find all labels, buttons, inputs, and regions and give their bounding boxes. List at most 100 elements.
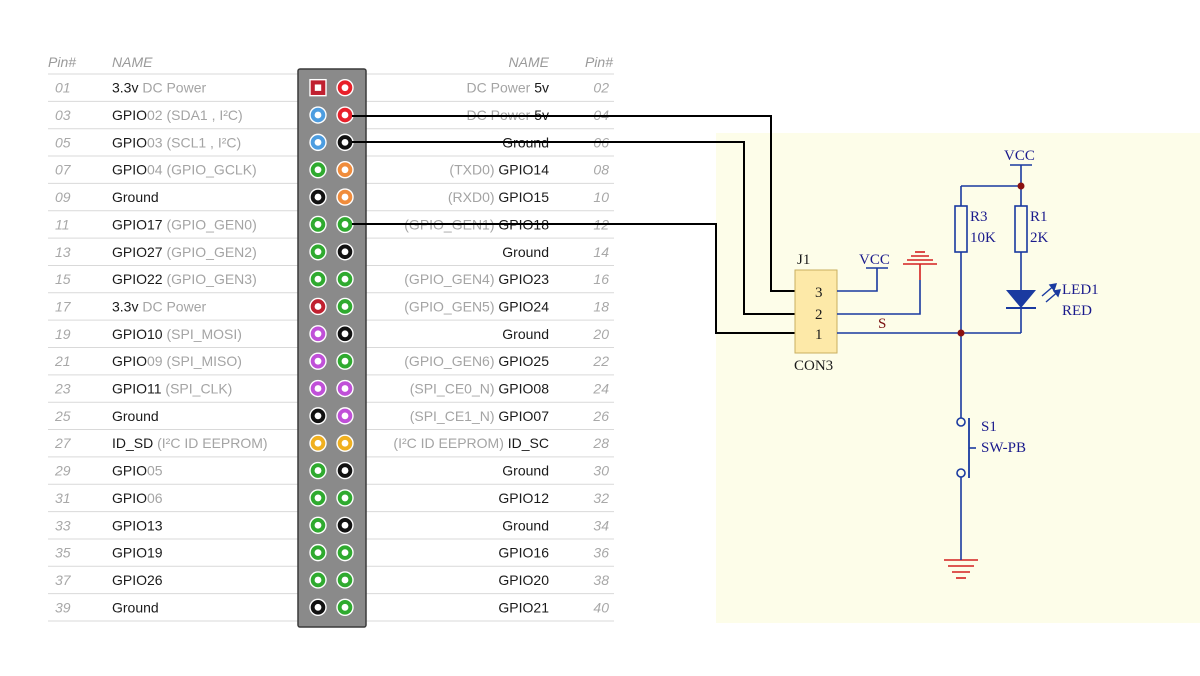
gpio-pin-36 (336, 543, 354, 562)
pin-number-left: 15 (55, 271, 71, 287)
j1-ref-label: J1 (797, 252, 810, 268)
pin-name-left-main: 3.3v (112, 298, 138, 314)
pin-name-left-detail: 02 (SDA1 , I²C) (147, 107, 243, 123)
pin-name-right: DC Power 5v (467, 80, 549, 96)
gpio-pin-03 (309, 106, 327, 124)
pin-number-left: 23 (54, 381, 71, 397)
pin-number-right: 30 (593, 463, 609, 479)
pin-name-left-main: GPIO (112, 490, 147, 506)
gpio-pin-01 (309, 78, 327, 97)
pin-name-left-main: GPIO (112, 162, 147, 178)
pin-name-left-detail: 04 (GPIO_GCLK) (147, 162, 257, 178)
net-s-label: S (878, 316, 886, 332)
gpio-pin-05 (309, 133, 327, 152)
gpio-pin-17 (309, 297, 327, 316)
pin-name-left: GPIO11 (SPI_CLK) (112, 381, 232, 397)
pin-name-right-main: Ground (502, 244, 549, 260)
gpio-header-connector (297, 68, 367, 628)
pin-number-right: 38 (593, 572, 609, 588)
gpio-pin-28 (336, 434, 354, 452)
pin-number-left: 27 (54, 435, 72, 451)
pin-table-header: Pin# NAME NAME Pin# (48, 54, 613, 70)
gpio-pin-24 (336, 379, 354, 398)
pin-name-right: (GPIO_GEN4) GPIO23 (404, 271, 549, 287)
pin-name-right: (I²C ID EEPROM) ID_SC (393, 435, 549, 451)
pin-number-left: 09 (55, 189, 71, 205)
j1-pin1-label: 1 (815, 327, 823, 343)
switch-ref-label: S1 (981, 419, 997, 435)
pin-name-left-detail: (GPIO_GEN0) (163, 216, 257, 232)
gpio-pin-12 (336, 215, 354, 234)
pin-number-right: 26 (592, 408, 609, 424)
pin-name-left: GPIO13 (112, 517, 163, 533)
pin-number-right: 40 (593, 599, 609, 615)
gpio-pin-08 (336, 161, 354, 179)
pin-number-right: 32 (593, 490, 609, 506)
gpio-pin-02 (336, 78, 354, 97)
pin-number-right: 02 (593, 80, 609, 96)
pin-name-left: Ground (112, 599, 159, 615)
pin-name-left-main: Ground (112, 599, 159, 615)
pin-name-left-detail: DC Power (138, 80, 206, 96)
pin-name-right: Ground (502, 517, 549, 533)
pin-number-right: 36 (593, 545, 609, 561)
gpio-pin-31 (309, 489, 327, 507)
pin-name-right-detail: (I²C ID EEPROM) (393, 435, 507, 451)
gpio-pin-23 (309, 379, 327, 398)
j1-pin2-label: 2 (815, 307, 823, 323)
gpio-pin-16 (336, 270, 354, 288)
pin-number-left: 33 (55, 517, 71, 533)
gpio-pin-30 (336, 461, 354, 480)
pin-name-right-detail: (GPIO_GEN5) (404, 298, 498, 314)
pin-name-right-main: GPIO14 (498, 162, 549, 178)
pin-name-right-main: Ground (502, 517, 549, 533)
vcc-top-label: VCC (1004, 148, 1035, 164)
pin-name-left-detail: (I²C ID EEPROM) (153, 435, 267, 451)
gpio-pin-04 (336, 106, 354, 124)
pin-number-left: 01 (55, 80, 71, 96)
header-pin-left: Pin# (48, 54, 76, 70)
pin-name-left-main: GPIO22 (112, 271, 163, 287)
gpio-pin-39 (309, 598, 327, 617)
header-name-left: NAME (112, 54, 153, 70)
pin-name-left-main: GPIO (112, 463, 147, 479)
gpio-pin-40 (336, 598, 354, 617)
pin-name-left: Ground (112, 408, 159, 424)
gpio-pin-09 (309, 188, 327, 206)
pin-name-right-detail: (GPIO_GEN6) (404, 353, 498, 369)
pin-name-left: GPIO09 (SPI_MISO) (112, 353, 242, 369)
r3-value-label: 10K (970, 230, 996, 246)
pin-number-right: 28 (592, 435, 609, 451)
gpio-pin-18 (336, 297, 354, 316)
pin-name-right: (GPIO_GEN5) GPIO24 (404, 298, 549, 314)
pin-number-left: 13 (55, 244, 71, 260)
pin-name-right-main: GPIO23 (498, 271, 549, 287)
gpio-pin-32 (336, 489, 354, 507)
pin-name-left-main: ID_SD (112, 435, 153, 451)
pin-number-left: 07 (55, 162, 72, 178)
pin-name-right: Ground (502, 326, 549, 342)
switch-contact-bottom (956, 468, 966, 478)
pin-name-right-detail: (SPI_CE1_N) (410, 408, 499, 424)
pin-name-right-main: GPIO15 (498, 189, 549, 205)
pin-name-left-detail: (SPI_MOSI) (163, 326, 242, 342)
vcc-j1-label: VCC (859, 252, 890, 268)
gpio-pin-26 (336, 407, 354, 425)
pin-number-right: 10 (593, 189, 609, 205)
pin-name-left-main: 3.3v (112, 80, 138, 96)
pin-number-right: 22 (592, 353, 609, 369)
pin-name-right: (RXD0) GPIO15 (448, 189, 549, 205)
pin-name-left: Ground (112, 189, 159, 205)
r1-value-label: 2K (1030, 230, 1049, 246)
pin-number-right: 16 (593, 271, 609, 287)
pin-name-left-main: GPIO (112, 353, 147, 369)
pin-name-right-main: GPIO24 (498, 298, 549, 314)
pin-name-left-main: GPIO (112, 107, 147, 123)
gpio-pin-22 (336, 352, 354, 370)
j1-pin3-label: 3 (815, 285, 823, 301)
pin-name-left-detail: (GPIO_GEN3) (163, 271, 257, 287)
r3-ref-label: R3 (970, 209, 988, 225)
gpio-pin-15 (309, 270, 327, 288)
gpio-pin-19 (309, 325, 327, 343)
pin-name-left: GPIO22 (GPIO_GEN3) (112, 271, 257, 287)
